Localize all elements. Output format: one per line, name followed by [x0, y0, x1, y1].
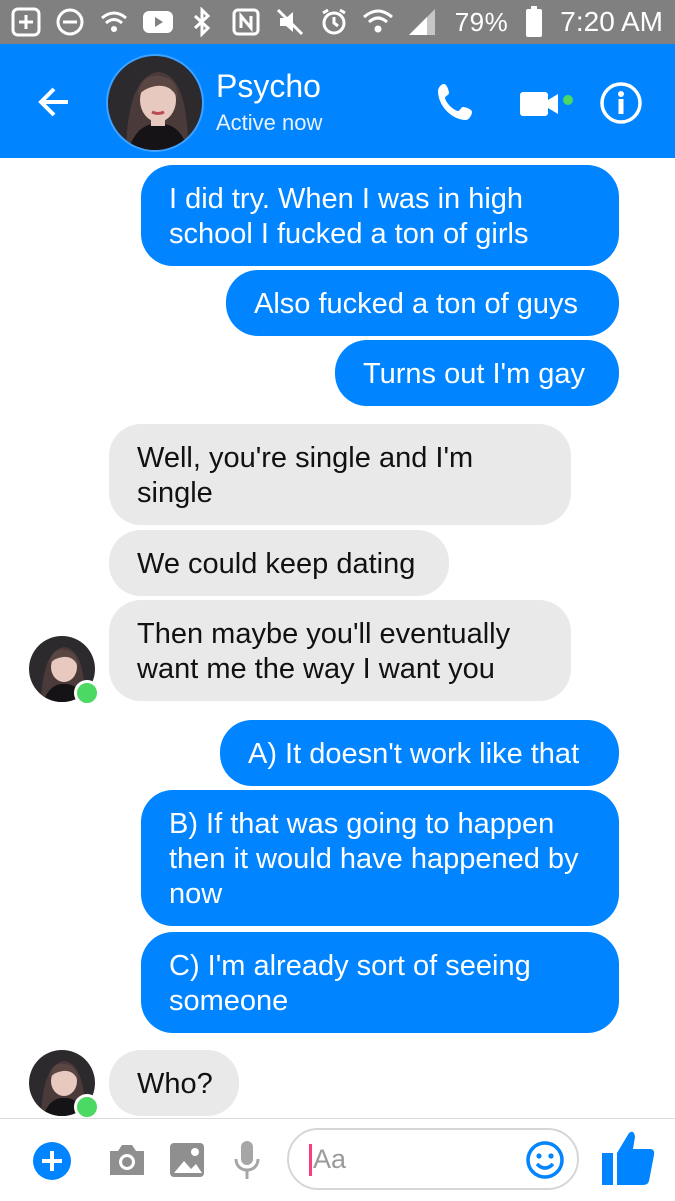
- like-button[interactable]: [598, 1127, 658, 1191]
- message-bubble-incoming[interactable]: Who?: [109, 1050, 239, 1116]
- message-text-line: Well, you're single and I'm: [137, 442, 474, 474]
- message-text-line: Who?: [137, 1068, 213, 1100]
- message-bubble-outgoing[interactable]: Also fucked a ton of guys: [226, 270, 619, 336]
- message-bubble-outgoing[interactable]: Turns out I'm gay: [335, 340, 619, 406]
- bluetooth-icon: [186, 6, 218, 38]
- camera-icon: [110, 1145, 144, 1175]
- back-button[interactable]: [32, 80, 76, 124]
- message-text-line: C) I'm already sort of seeing: [169, 950, 531, 982]
- message-text-line: now: [169, 878, 223, 910]
- message-bubble-incoming[interactable]: Well, you're single and I'm single: [109, 424, 571, 525]
- online-indicator: [74, 1094, 100, 1120]
- video-call-button[interactable]: [518, 84, 580, 124]
- message-input[interactable]: Aa: [287, 1128, 579, 1190]
- more-actions-button[interactable]: [32, 1141, 72, 1186]
- profile-photo-icon: [108, 56, 202, 150]
- message-bubble-outgoing[interactable]: A) It doesn't work like that: [220, 720, 619, 786]
- phone-icon: [438, 84, 472, 120]
- image-icon: [170, 1143, 204, 1177]
- message-bubble-outgoing[interactable]: C) I'm already sort of seeing someone: [141, 932, 619, 1033]
- message-text-line: want me the way I want you: [137, 653, 495, 685]
- message-text-line: single: [137, 477, 213, 509]
- info-button[interactable]: [598, 80, 644, 126]
- contact-name: Psycho: [216, 68, 321, 104]
- contact-status: Active now: [216, 110, 323, 135]
- emoji-button[interactable]: [525, 1140, 565, 1180]
- alarm-icon: [318, 6, 350, 38]
- clock: 7:20 AM: [560, 6, 663, 37]
- message-bubble-incoming[interactable]: We could keep dating: [109, 530, 449, 596]
- video-camera-icon: [520, 92, 573, 116]
- voice-call-button[interactable]: [432, 78, 480, 126]
- thumbs-up-icon: [602, 1131, 655, 1185]
- nfc-icon: [230, 6, 262, 38]
- message-text-line: Then maybe you'll eventually: [137, 618, 511, 650]
- message-bubble-outgoing[interactable]: I did try. When I was in high school I f…: [141, 165, 619, 266]
- message-text-line: B) If that was going to happen: [169, 808, 555, 840]
- status-bar: 79% 7:20 AM: [0, 0, 675, 44]
- chat-header: Psycho Active now: [0, 44, 675, 158]
- message-text-line: I did try. When I was in high: [169, 183, 524, 215]
- info-icon: [600, 82, 642, 124]
- message-text-line: A) It doesn't work like that: [248, 738, 580, 770]
- message-bubble-incoming[interactable]: Then maybe you'll eventually want me the…: [109, 600, 571, 701]
- mute-icon: [274, 6, 306, 38]
- online-indicator: [74, 680, 100, 706]
- message-composer: Aa: [0, 1118, 675, 1201]
- battery-percent: 79%: [454, 6, 509, 37]
- camera-button[interactable]: [106, 1141, 148, 1184]
- message-text-line: Turns out I'm gay: [363, 358, 586, 390]
- contact-avatar[interactable]: [106, 54, 204, 152]
- message-bubble-outgoing[interactable]: B) If that was going to happen then it w…: [141, 790, 619, 926]
- message-placeholder: Aa: [313, 1144, 347, 1174]
- gallery-button[interactable]: [168, 1141, 206, 1184]
- wifi-icon: [362, 6, 394, 38]
- back-arrow-icon: [38, 87, 68, 117]
- microphone-icon: [234, 1141, 260, 1179]
- signal-icon: [406, 6, 438, 38]
- message-text-line: school I fucked a ton of girls: [169, 218, 529, 250]
- message-text-line: We could keep dating: [137, 548, 416, 580]
- battery-icon: [518, 6, 550, 38]
- youtube-icon: [142, 6, 174, 38]
- emoji-icon: [526, 1141, 564, 1179]
- plus-circle-icon: [33, 1142, 71, 1180]
- voice-message-button[interactable]: [232, 1139, 262, 1186]
- message-text-line: Also fucked a ton of guys: [254, 288, 579, 320]
- minus-circle-icon: [54, 6, 86, 38]
- text-cursor: [309, 1144, 312, 1176]
- add-box-icon: [10, 6, 42, 38]
- message-text-line: someone: [169, 985, 289, 1017]
- message-text-line: then it would have happened by: [169, 843, 579, 875]
- wifi-call-icon: [98, 6, 130, 38]
